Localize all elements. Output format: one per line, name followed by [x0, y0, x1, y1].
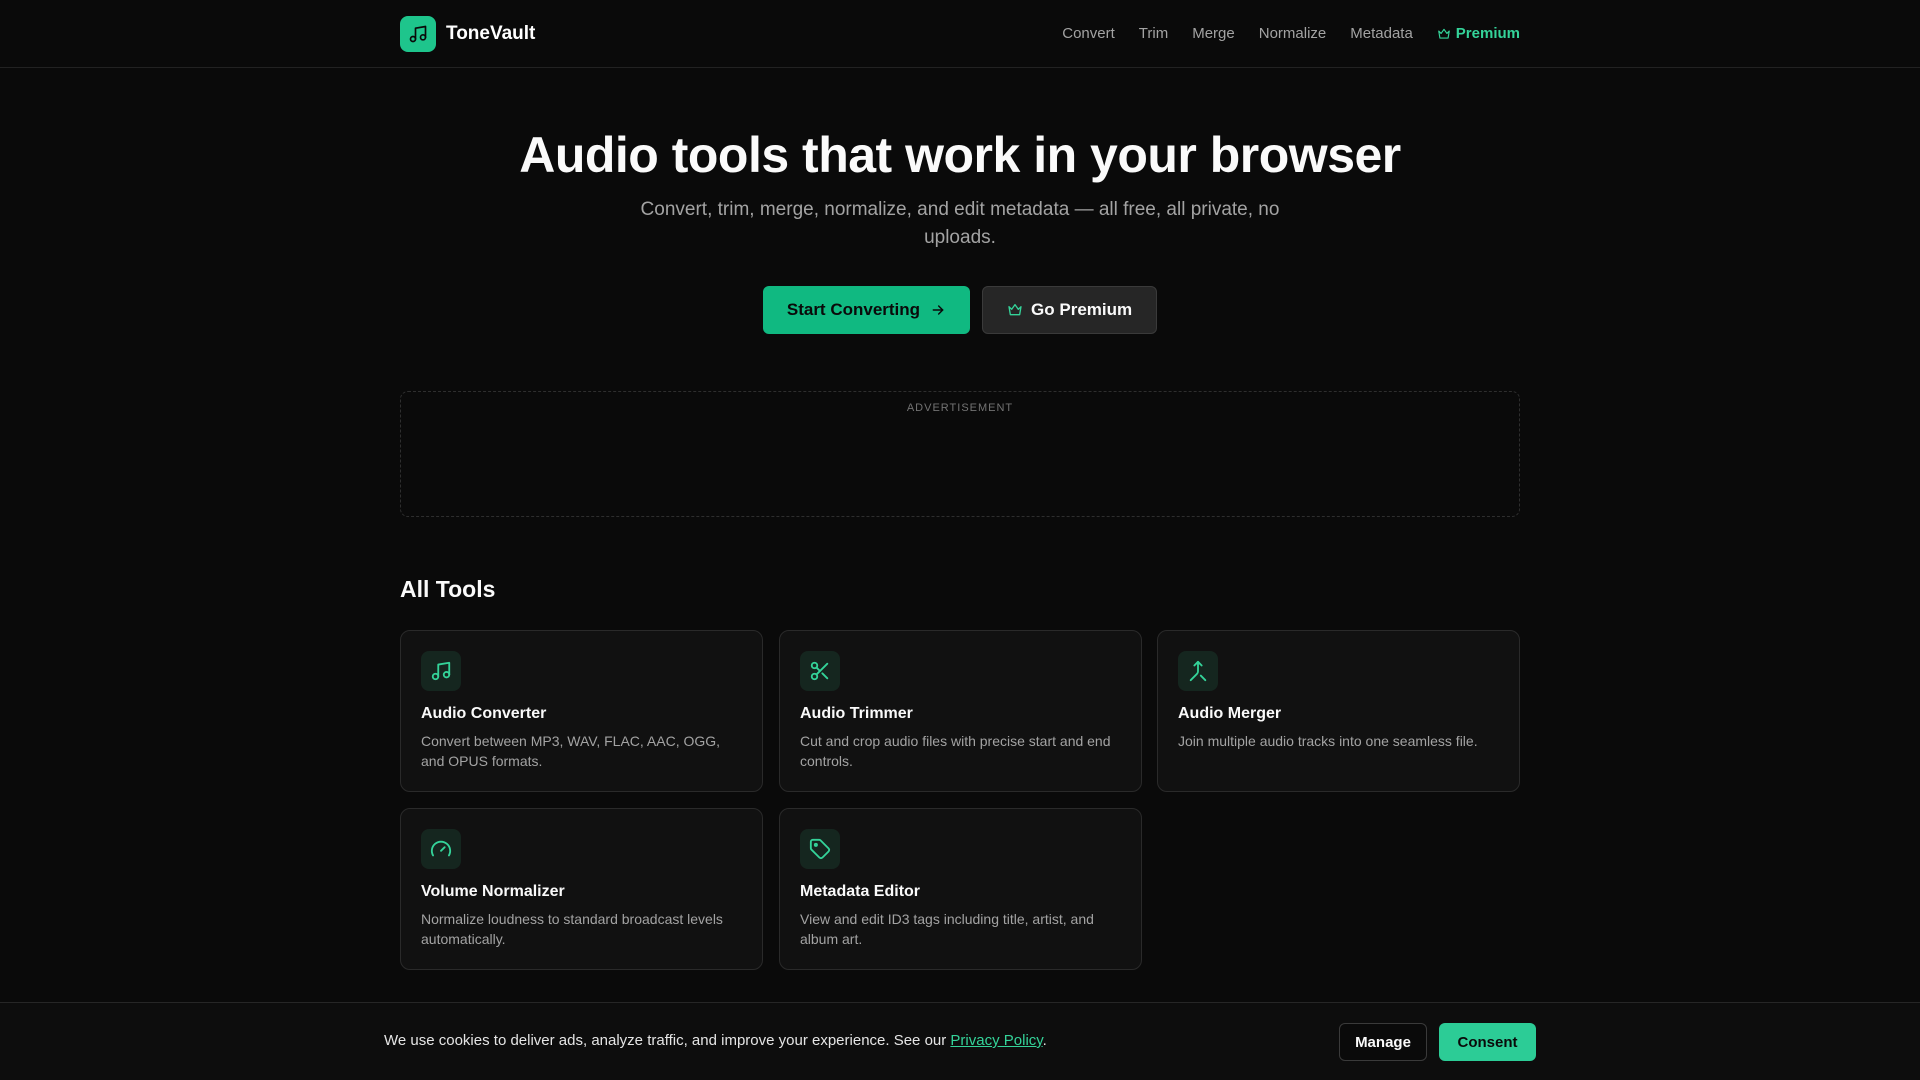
music-note-icon [421, 651, 461, 691]
hero-cta-row: Start Converting Go Premium [0, 286, 1920, 334]
manage-cookies-button[interactable]: Manage [1339, 1023, 1427, 1061]
brand-logo[interactable]: ToneVault [400, 16, 535, 52]
tool-card-volume-normalizer[interactable]: Volume Normalizer Normalize loudness to … [400, 808, 763, 970]
advertisement-slot: ADVERTISEMENT [400, 391, 1520, 517]
crown-icon [1437, 28, 1450, 39]
arrow-right-icon [932, 305, 944, 315]
premium-label: Premium [1455, 25, 1520, 42]
all-tools-heading: All Tools [400, 576, 496, 602]
cookie-message-text: We use cookies to deliver ads, analyze t… [384, 1032, 951, 1049]
tool-card-metadata-editor[interactable]: Metadata Editor View and edit ID3 tags i… [779, 808, 1142, 970]
start-converting-button[interactable]: Start Converting [762, 286, 971, 334]
tool-card-title: Metadata Editor [800, 883, 921, 900]
tool-card-description: Join multiple audio tracks into one seam… [1178, 733, 1478, 749]
privacy-policy-link[interactable]: Privacy Policy [950, 1032, 1042, 1049]
nav-link-merge[interactable]: Merge [1192, 22, 1235, 46]
top-navigation-bar: ToneVault Convert Trim Merge Normalize M… [0, 0, 1920, 68]
tool-card-title: Audio Trimmer [800, 705, 913, 722]
tool-card-description: Cut and crop audio files with precise st… [800, 733, 1111, 769]
brand-name: ToneVault [446, 23, 536, 44]
nav-link-convert[interactable]: Convert [1062, 22, 1115, 46]
music-note-icon [400, 16, 436, 52]
advertisement-label: ADVERTISEMENT [906, 402, 1014, 414]
go-premium-label: Go Premium [1031, 300, 1133, 319]
tool-card-title: Audio Merger [1178, 705, 1282, 722]
go-premium-button[interactable]: Go Premium [982, 286, 1158, 334]
tool-card-description: View and edit ID3 tags including title, … [800, 911, 1094, 947]
consent-button[interactable]: Consent [1439, 1023, 1536, 1061]
gauge-icon [421, 829, 461, 869]
crown-icon [1008, 304, 1022, 316]
hero-subtitle: Convert, trim, merge, normalize, and edi… [640, 199, 1280, 248]
cookie-consent-banner: We use cookies to deliver ads, analyze t… [0, 1002, 1920, 1080]
hero-title: Audio tools that work in your browser [519, 127, 1401, 183]
tool-card-audio-merger[interactable]: Audio Merger Join multiple audio tracks … [1157, 630, 1520, 792]
tool-card-audio-converter[interactable]: Audio Converter Convert between MP3, WAV… [400, 630, 763, 792]
tool-card-title: Volume Normalizer [421, 883, 565, 900]
nav-link-normalize[interactable]: Normalize [1259, 22, 1327, 46]
tool-card-description: Convert between MP3, WAV, FLAC, AAC, OGG… [421, 733, 721, 769]
tool-card-audio-trimmer[interactable]: Audio Trimmer Cut and crop audio files w… [779, 630, 1142, 792]
start-converting-label: Start Converting [786, 300, 921, 319]
cookie-message-end: . [1042, 1032, 1047, 1049]
nav-link-premium[interactable]: Premium [1437, 22, 1520, 46]
nav-link-trim[interactable]: Trim [1139, 22, 1168, 46]
merge-icon [1178, 651, 1218, 691]
tag-icon [800, 829, 840, 869]
scissors-icon [800, 651, 840, 691]
cookie-message: We use cookies to deliver ads, analyze t… [384, 1032, 1047, 1049]
tool-card-title: Audio Converter [421, 705, 547, 722]
tool-card-description: Normalize loudness to standard broadcast… [421, 911, 723, 947]
nav-link-metadata[interactable]: Metadata [1350, 22, 1413, 46]
main-nav: Convert Trim Merge Normalize Metadata Pr… [1038, 22, 1520, 46]
